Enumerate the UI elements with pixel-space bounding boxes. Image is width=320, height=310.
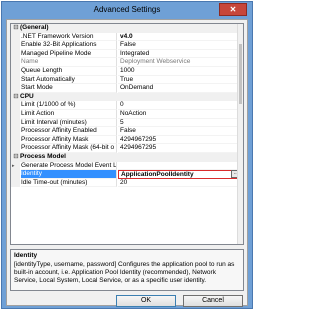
property-row[interactable]: Enable 32-Bit Applications False <box>11 41 243 50</box>
close-button[interactable]: ✕ <box>219 3 247 16</box>
property-name: Name <box>21 58 117 67</box>
property-name: Processor Affinity Mask (64-bit o <box>21 144 117 153</box>
row-gutter <box>11 75 20 85</box>
property-value[interactable]: 4294967295 <box>118 136 243 145</box>
category-label: CPU <box>20 92 34 100</box>
property-name: Limit Action <box>21 109 117 119</box>
row-gutter <box>11 109 20 119</box>
row-gutter <box>11 58 20 67</box>
property-value[interactable]: 4294967295 <box>118 144 243 153</box>
property-value[interactable]: 5 <box>118 119 243 128</box>
row-gutter <box>11 127 20 136</box>
property-value[interactable]: OnDemand <box>118 84 243 93</box>
category-row[interactable]: ⊟ (General) <box>11 24 243 33</box>
property-value[interactable]: ApplicationPoolIdentity <box>118 170 243 179</box>
property-row[interactable]: Start Automatically True <box>11 75 243 85</box>
property-value[interactable]: NoAction <box>118 110 243 119</box>
property-name: Start Mode <box>21 84 117 93</box>
property-row[interactable]: Name Deployment Webservice <box>11 58 243 67</box>
property-name: Queue Length <box>21 66 117 76</box>
expand-arrow-icon[interactable]: ▸ <box>12 162 15 171</box>
advanced-settings-dialog: Advanced Settings ✕ ⊟ (General) .NET Frame… <box>1 1 253 309</box>
property-name: Limit Interval (minutes) <box>21 118 117 128</box>
property-value[interactable] <box>118 162 243 171</box>
property-row[interactable]: Managed Pipeline Mode Integrated <box>11 49 243 59</box>
property-value[interactable]: True <box>118 76 243 85</box>
property-value[interactable]: Integrated <box>118 50 243 59</box>
row-gutter <box>11 135 20 145</box>
title-bar[interactable]: Advanced Settings ✕ <box>2 2 252 18</box>
row-gutter <box>11 101 20 110</box>
property-row[interactable]: ▸ Generate Process Model Event L <box>11 161 243 171</box>
property-row[interactable]: Limit Action NoAction <box>11 109 243 119</box>
property-name: Managed Pipeline Mode <box>21 49 117 59</box>
property-row[interactable]: Processor Affinity Mask 4294967295 <box>11 135 243 145</box>
row-gutter <box>11 66 20 76</box>
property-grid: ⊟ (General) .NET Framework Version v4.0 Enab… <box>10 23 244 245</box>
description-text: [identityType, username, password] Confi… <box>14 261 235 284</box>
ok-button[interactable]: OK <box>116 295 176 307</box>
property-name: Enable 32-Bit Applications <box>21 41 117 50</box>
dialog-client-area: ⊟ (General) .NET Framework Version v4.0 Enab… <box>6 19 248 307</box>
row-gutter <box>11 84 20 93</box>
dialog-title: Advanced Settings <box>93 5 161 14</box>
property-row[interactable]: Limit Interval (minutes) 5 <box>11 118 243 128</box>
row-gutter <box>11 118 20 128</box>
category-row[interactable]: ⊟ CPU <box>11 92 243 102</box>
property-name: Identity <box>21 170 117 179</box>
property-grid-scrollbar[interactable] <box>237 24 243 244</box>
cancel-button[interactable]: Cancel <box>183 295 243 307</box>
row-gutter <box>11 178 20 188</box>
collapse-toggle-icon[interactable]: ⊟ <box>13 153 19 162</box>
property-name: Generate Process Model Event L <box>21 161 117 171</box>
collapse-toggle-icon[interactable]: ⊟ <box>13 24 19 33</box>
property-row[interactable]: Processor Affinity Enabled False <box>11 127 243 136</box>
property-value[interactable]: 20 <box>118 179 243 188</box>
row-gutter <box>11 32 20 42</box>
property-name: Idle Time-out (minutes) <box>21 178 117 188</box>
collapse-toggle-icon[interactable]: ⊟ <box>13 93 19 102</box>
row-gutter: ▸ <box>11 161 20 171</box>
property-value[interactable]: False <box>118 41 243 50</box>
property-name: Start Automatically <box>21 75 117 85</box>
property-row[interactable]: Start Mode OnDemand <box>11 84 243 93</box>
description-panel: Identity [identityType, username, passwo… <box>10 249 244 291</box>
row-gutter <box>11 144 20 153</box>
property-row[interactable]: Queue Length 1000 <box>11 66 243 76</box>
property-name: Limit (1/1000 of %) <box>21 101 117 110</box>
description-title: Identity <box>14 252 38 259</box>
property-value[interactable]: Deployment Webservice <box>118 58 243 67</box>
property-row[interactable]: Processor Affinity Mask (64-bit o 4294967… <box>11 144 243 153</box>
property-value[interactable]: False <box>118 127 243 136</box>
row-gutter <box>11 41 20 50</box>
scrollbar-thumb[interactable] <box>239 44 242 104</box>
property-value[interactable]: 1000 <box>118 67 243 76</box>
row-gutter <box>11 49 20 59</box>
property-row[interactable]: Identity ApplicationPoolIdentity... <box>11 170 243 179</box>
property-row[interactable]: Limit (1/1000 of %) 0 <box>11 101 243 110</box>
property-name: .NET Framework Version <box>21 32 117 42</box>
dialog-buttons: OK Cancel <box>7 295 247 307</box>
property-value[interactable]: 0 <box>118 101 243 110</box>
property-value[interactable]: v4.0 <box>118 33 243 42</box>
property-grid-rows: ⊟ (General) .NET Framework Version v4.0 Enab… <box>11 24 243 188</box>
property-name: Processor Affinity Enabled <box>21 127 117 136</box>
property-name: Processor Affinity Mask <box>21 135 117 145</box>
category-label: Process Model <box>20 152 66 160</box>
property-row[interactable]: .NET Framework Version v4.0 <box>11 32 243 42</box>
property-row[interactable]: Idle Time-out (minutes) 20 <box>11 178 243 188</box>
row-gutter <box>11 170 20 179</box>
category-row[interactable]: ⊟ Process Model <box>11 152 243 162</box>
category-label: (General) <box>20 24 49 31</box>
